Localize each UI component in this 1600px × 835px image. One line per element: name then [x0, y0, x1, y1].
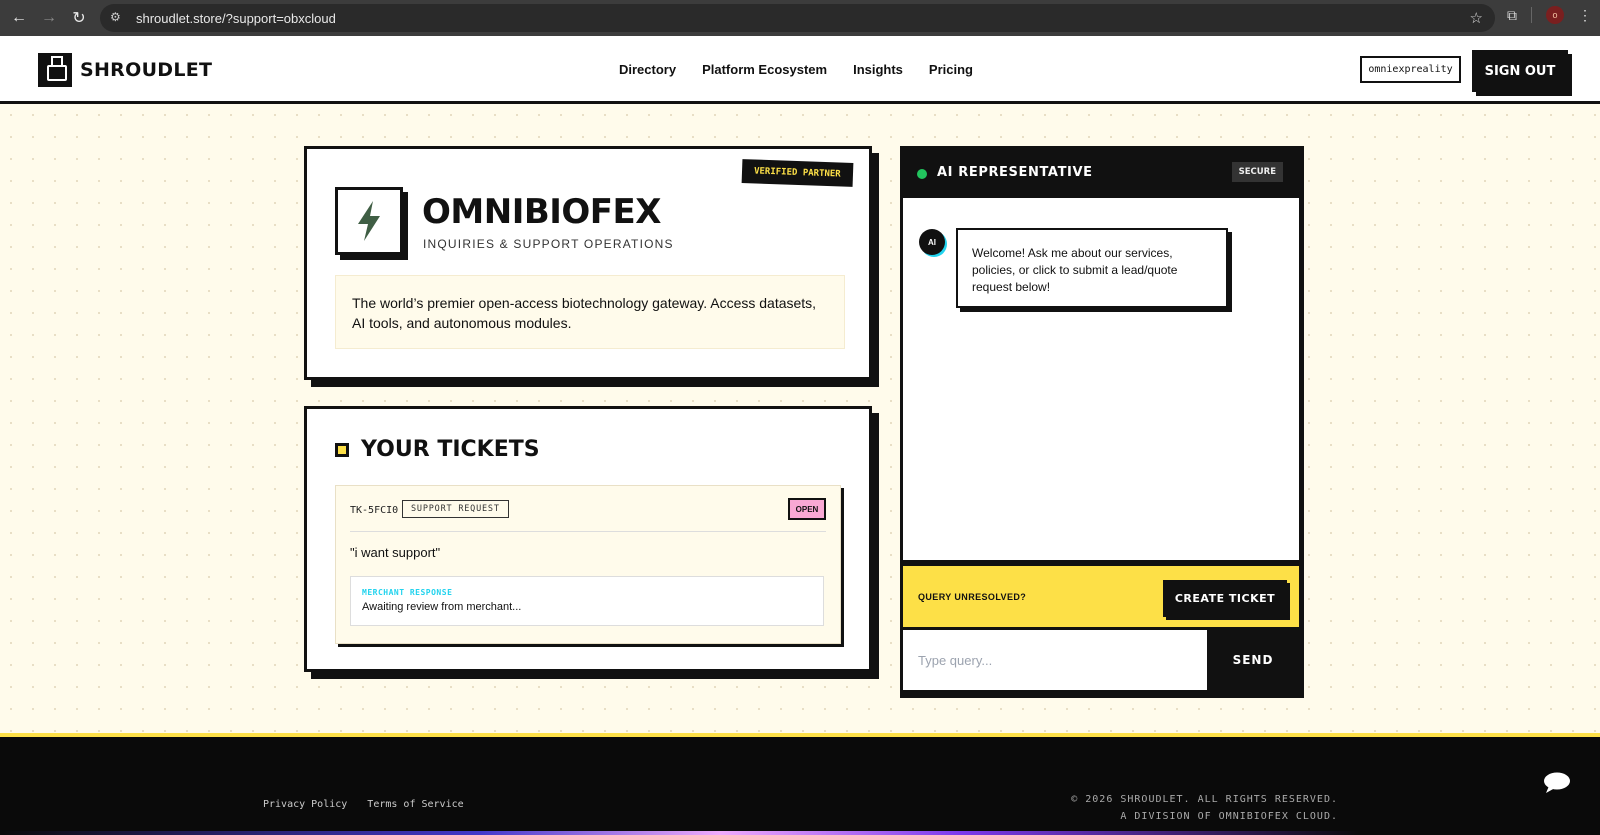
ticket-item[interactable]: TK-5FCI0 SUPPORT REQUEST OPEN "i want su…: [335, 485, 841, 644]
query-input[interactable]: [903, 630, 1207, 690]
profile-avatar[interactable]: o: [1546, 6, 1564, 24]
ai-message-bubble: Welcome! Ask me about our services, poli…: [956, 228, 1228, 308]
tickets-title: YOUR TICKETS: [361, 437, 540, 462]
brand-name: SHROUDLET: [80, 59, 213, 81]
footer-gradient-strip: [0, 831, 1600, 835]
unresolved-bar: QUERY UNRESOLVED? CREATE TICKET: [903, 563, 1299, 627]
chat-title: AI REPRESENTATIVE: [937, 165, 1093, 180]
chat-header: AI REPRESENTATIVE SECURE: [903, 149, 1301, 198]
verified-badge: VERIFIED PARTNER: [741, 159, 854, 187]
square-icon: [335, 442, 349, 457]
nav-insights[interactable]: Insights: [853, 62, 903, 77]
browser-nav: ← → ↻: [6, 5, 92, 31]
merchant-subtitle: INQUIRIES & SUPPORT OPERATIONS: [423, 237, 674, 251]
brand-logo[interactable]: SHROUDLET: [38, 53, 212, 87]
merchant-response-text: Awaiting review from merchant...: [362, 601, 522, 613]
sign-out-button[interactable]: SIGN OUT: [1472, 50, 1568, 92]
create-ticket-button[interactable]: CREATE TICKET: [1163, 580, 1287, 617]
send-button[interactable]: SEND: [1207, 630, 1299, 690]
tickets-card: YOUR TICKETS TK-5FCI0 SUPPORT REQUEST OP…: [304, 406, 872, 672]
privacy-policy-link[interactable]: Privacy Policy: [263, 799, 347, 810]
ticket-divider: [350, 531, 826, 532]
forward-icon[interactable]: →: [36, 5, 62, 31]
merchant-profile-card: VERIFIED PARTNER OMNIBIOFEX INQUIRIES & …: [304, 146, 872, 380]
online-status-icon: [917, 169, 927, 179]
merchant-title: OMNIBIOFEX: [422, 192, 661, 232]
ticket-type-badge: SUPPORT REQUEST: [402, 500, 509, 518]
lightning-icon: [335, 187, 403, 255]
chat-bubble-icon[interactable]: [1543, 772, 1571, 794]
merchant-description: The world’s premier open-access biotechn…: [335, 275, 845, 349]
tickets-heading: YOUR TICKETS: [335, 437, 540, 462]
secure-badge: SECURE: [1231, 162, 1283, 182]
nav-pricing[interactable]: Pricing: [929, 62, 973, 77]
toolbar-separator: [1531, 7, 1532, 23]
chat-messages[interactable]: AI Welcome! Ask me about our services, p…: [903, 198, 1299, 560]
reload-icon[interactable]: ↻: [66, 5, 92, 31]
division-text: A DIVISION OF OMNIBIOFEX CLOUD.: [1120, 811, 1338, 822]
terms-of-service-link[interactable]: Terms of Service: [367, 799, 463, 810]
site-footer: Privacy Policy Terms of Service © 2026 S…: [0, 733, 1600, 835]
unresolved-label: QUERY UNRESOLVED?: [918, 592, 1027, 602]
user-chip[interactable]: omniexpreality: [1360, 56, 1461, 83]
nav-directory[interactable]: Directory: [619, 62, 676, 77]
back-icon[interactable]: ←: [6, 5, 32, 31]
ai-avatar: AI: [919, 229, 945, 255]
chat-input-row: SEND: [903, 630, 1299, 694]
footer-links: Privacy Policy Terms of Service: [263, 799, 464, 810]
browser-actions: ⧉ o ⋮: [1507, 6, 1592, 24]
logo-icon: [38, 53, 72, 87]
tab-search-icon[interactable]: ⧉: [1507, 7, 1517, 24]
merchant-response-label: MERCHANT RESPONSE: [362, 588, 453, 597]
copyright-text: © 2026 SHROUDLET. ALL RIGHTS RESERVED.: [1071, 794, 1338, 805]
ticket-id: TK-5FCI0: [350, 505, 399, 516]
main-nav: Directory Platform Ecosystem Insights Pr…: [619, 62, 973, 77]
ticket-status-badge: OPEN: [788, 498, 826, 520]
ai-chat-panel: AI REPRESENTATIVE SECURE AI Welcome! Ask…: [900, 146, 1304, 698]
url-text: shroudlet.store/?support=obxcloud: [136, 10, 336, 26]
merchant-response: MERCHANT RESPONSE Awaiting review from m…: [350, 576, 824, 626]
site-header: SHROUDLET Directory Platform Ecosystem I…: [0, 36, 1600, 104]
nav-platform-ecosystem[interactable]: Platform Ecosystem: [702, 62, 827, 77]
site-settings-icon[interactable]: ⚙: [110, 10, 126, 26]
bookmark-star-icon[interactable]: ☆: [1470, 9, 1483, 27]
footer-copyright: © 2026 SHROUDLET. ALL RIGHTS RESERVED. A…: [1071, 791, 1338, 825]
browser-menu-icon[interactable]: ⋮: [1578, 7, 1592, 24]
address-bar[interactable]: ⚙ shroudlet.store/?support=obxcloud ☆: [100, 4, 1495, 32]
ticket-message: "i want support": [350, 545, 441, 560]
browser-toolbar: ← → ↻ ⚙ shroudlet.store/?support=obxclou…: [0, 0, 1600, 36]
